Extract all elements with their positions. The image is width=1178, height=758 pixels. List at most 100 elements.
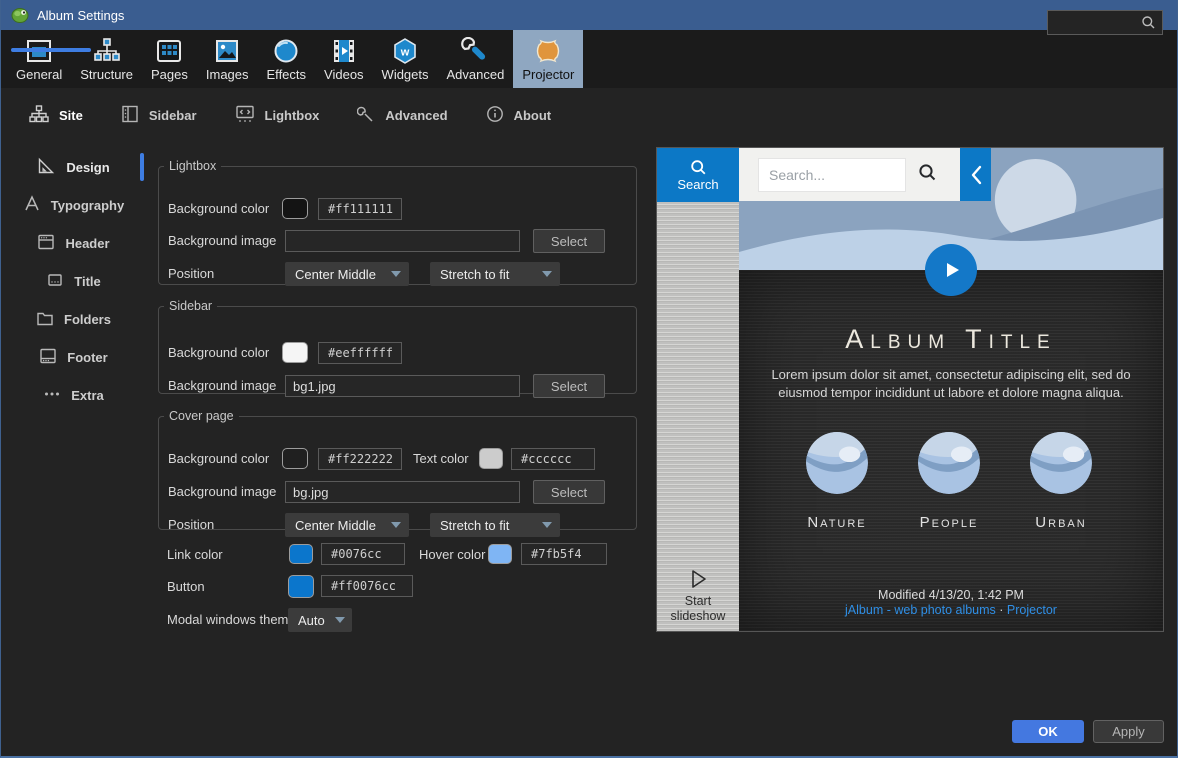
cover-bg-color-swatch[interactable] (282, 448, 308, 469)
tab-widgets-label: Widgets (382, 67, 429, 82)
subtab-selected-underline (11, 48, 91, 52)
tab-effects[interactable]: Effects (258, 30, 316, 88)
album-preview: Search Start slideshow (656, 147, 1164, 632)
cover-text-color-label: Text color (413, 448, 469, 470)
search-icon[interactable] (918, 163, 937, 187)
cover-bg-image-label: Background image (168, 481, 276, 503)
ellipsis-icon (43, 385, 61, 406)
jalbum-link[interactable]: jAlbum - web photo albums (845, 603, 996, 617)
folder-label-nature[interactable]: Nature (777, 514, 897, 531)
cover-select-button[interactable]: Select (533, 480, 605, 504)
subtab-site[interactable]: Site (29, 105, 83, 126)
folder-thumb-image (1030, 432, 1092, 494)
button-color-swatch[interactable] (288, 575, 314, 598)
footer-separator: · (996, 603, 1007, 617)
lightbox-bg-color-value[interactable]: #ff111111 (318, 198, 402, 220)
projector-skin-icon (534, 37, 562, 65)
nav-selected-indicator (140, 153, 144, 181)
projector-link[interactable]: Projector (1007, 603, 1057, 617)
link-color-swatch[interactable] (289, 544, 313, 564)
nav-item-design[interactable]: Design (1, 148, 146, 186)
cover-bg-image-field[interactable]: bg.jpg (285, 481, 520, 503)
sidebar-select-button[interactable]: Select (533, 374, 605, 398)
search-icon (1141, 15, 1162, 30)
ok-button[interactable]: OK (1012, 720, 1084, 743)
apply-button[interactable]: Apply (1093, 720, 1164, 743)
preview-play-button[interactable] (925, 244, 977, 296)
lightbox-bg-image-field[interactable] (285, 230, 520, 252)
preview-search-input[interactable] (758, 158, 906, 192)
tab-projector[interactable]: Projector (513, 30, 583, 88)
widgets-icon: w (391, 37, 419, 65)
preview-search-tab[interactable]: Search (657, 148, 739, 202)
cover-fit-value: Stretch to fit (440, 518, 509, 533)
folder-thumb-image (806, 432, 868, 494)
design-nav: Design Typography Header (1, 142, 146, 756)
tab-general[interactable]: General (7, 30, 71, 88)
nav-item-extra[interactable]: Extra (1, 376, 146, 414)
preview-collapse-button[interactable] (960, 148, 991, 201)
folder-thumb-nature[interactable] (806, 432, 868, 494)
tab-advanced-label: Advanced (447, 67, 505, 82)
cover-text-color-swatch[interactable] (479, 448, 503, 469)
tab-widgets[interactable]: w Widgets (373, 30, 438, 88)
sidebar-section: Sidebar Background color #eeffffff Backg… (158, 299, 637, 394)
lightbox-select-button[interactable]: Select (533, 229, 605, 253)
chevron-down-icon (542, 522, 552, 528)
hover-color-swatch[interactable] (488, 544, 512, 564)
nav-item-title[interactable]: Title (1, 262, 146, 300)
lightbox-fit-dropdown[interactable]: Stretch to fit (430, 262, 560, 286)
hover-color-value[interactable]: #7fb5f4 (521, 543, 607, 565)
nav-item-title-label: Title (74, 274, 101, 289)
start-slideshow-button[interactable]: Start slideshow (657, 568, 739, 625)
nav-item-folders[interactable]: Folders (1, 300, 146, 338)
chevron-down-icon (391, 271, 401, 277)
subtab-bar: Site Sidebar Lightbox (1, 88, 1177, 142)
tab-general-label: General (16, 67, 62, 82)
album-settings-window: Album Settings ✕ General Structure (0, 0, 1178, 758)
nav-item-typography[interactable]: Typography (1, 186, 146, 224)
modal-theme-dropdown[interactable]: Auto (288, 608, 352, 632)
folder-label-urban[interactable]: Urban (1001, 514, 1121, 531)
cover-bg-color-value[interactable]: #ff222222 (318, 448, 402, 470)
lightbox-position-dropdown[interactable]: Center Middle (285, 262, 409, 286)
nav-item-header[interactable]: Header (1, 224, 146, 262)
sidebar-section-legend: Sidebar (164, 299, 217, 313)
cover-position-dropdown[interactable]: Center Middle (285, 513, 409, 537)
tab-images[interactable]: Images (197, 30, 258, 88)
subtab-advanced[interactable]: Advanced (357, 105, 447, 126)
lightbox-position-label: Position (168, 263, 214, 285)
folder-label-people[interactable]: People (889, 514, 1009, 531)
subtab-lightbox[interactable]: Lightbox (235, 105, 320, 126)
preview-album-description: Lorem ipsum dolor sit amet, consectetur … (761, 366, 1141, 402)
sidebar-bg-color-value[interactable]: #eeffffff (318, 342, 402, 364)
nav-item-extra-label: Extra (71, 388, 104, 403)
tab-structure[interactable]: Structure (71, 30, 142, 88)
sidebar-bg-color-swatch[interactable] (282, 342, 308, 363)
nav-item-footer[interactable]: Footer (1, 338, 146, 376)
toolbar-search-input[interactable] (1048, 16, 1141, 30)
subtab-sidebar-label: Sidebar (149, 108, 197, 123)
tab-advanced[interactable]: Advanced (438, 30, 514, 88)
cover-text-color-value[interactable]: #cccccc (511, 448, 595, 470)
videos-icon (330, 37, 358, 65)
tab-images-label: Images (206, 67, 249, 82)
lightbox-bg-color-swatch[interactable] (282, 198, 308, 219)
pages-icon (155, 37, 183, 65)
sidebar-bg-image-field[interactable]: bg1.jpg (285, 375, 520, 397)
folder-thumb-people[interactable] (918, 432, 980, 494)
preview-modified-text: Modified 4/13/20, 1:42 PM (739, 588, 1163, 602)
subtab-about[interactable]: About (486, 105, 552, 126)
images-icon (213, 37, 241, 65)
cover-fit-dropdown[interactable]: Stretch to fit (430, 513, 560, 537)
effects-icon (272, 37, 300, 65)
button-color-value[interactable]: #ff0076cc (321, 575, 413, 597)
subtab-about-label: About (514, 108, 552, 123)
design-ruler-icon (37, 157, 56, 178)
subtab-sidebar[interactable]: Sidebar (121, 105, 197, 126)
folder-thumb-urban[interactable] (1030, 432, 1092, 494)
tab-videos[interactable]: Videos (315, 30, 373, 88)
link-color-value[interactable]: #0076cc (321, 543, 405, 565)
titlebar: Album Settings ✕ (1, 0, 1177, 30)
tab-pages[interactable]: Pages (142, 30, 197, 88)
